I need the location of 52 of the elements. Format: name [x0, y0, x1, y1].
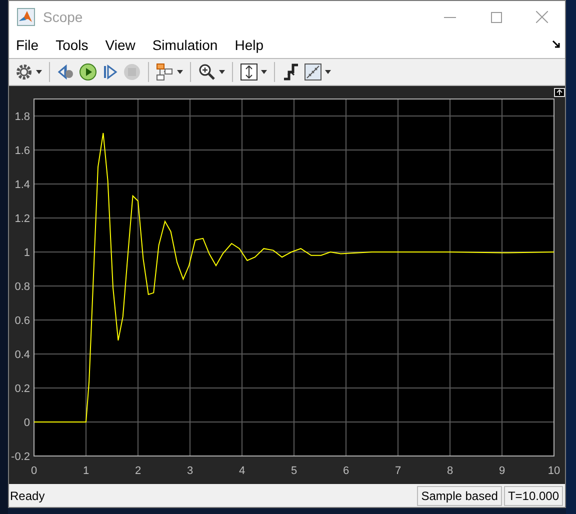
settings-icon [15, 63, 33, 81]
y-tick-label: 1 [24, 247, 30, 259]
block-diagram-icon [156, 63, 174, 81]
x-tick-label: 5 [290, 465, 298, 477]
caret-icon [36, 70, 42, 74]
x-tick-label: 6 [342, 465, 350, 477]
caret-icon [325, 70, 331, 74]
x-tick-label: 1 [82, 465, 90, 477]
y-tick-label: 0.2 [14, 383, 30, 395]
menu-item[interactable]: View [105, 35, 136, 56]
y-tick-label: 1.8 [14, 111, 30, 123]
y-tick-label: 0.4 [14, 349, 30, 361]
step-forward-icon [101, 63, 119, 81]
x-tick-label: 7 [394, 465, 402, 477]
y-tick-label: 1.4 [14, 179, 30, 191]
dock-arrow-icon[interactable] [552, 40, 561, 49]
x-tick-label: 9 [498, 465, 506, 477]
x-tick-label: 4 [238, 465, 246, 477]
undock-icon[interactable] [554, 88, 565, 97]
caret-icon [177, 70, 183, 74]
y-tick-label: 0.8 [14, 281, 30, 293]
y-tick-label: 1.6 [14, 145, 30, 157]
play-icon [79, 63, 97, 81]
x-tick-label: 10 [548, 465, 560, 477]
menu-item[interactable]: File [16, 35, 39, 56]
close-icon [536, 11, 548, 23]
window-title: Scope [43, 8, 83, 27]
x-tick-label: 2 [134, 465, 142, 477]
maximize-icon [490, 12, 502, 22]
stop-icon [123, 63, 141, 81]
y-tick-label: -0.2 [11, 451, 30, 463]
app-logo-icon [17, 8, 35, 26]
autoscale-icon [240, 63, 258, 81]
y-tick-label: 1.2 [14, 213, 30, 225]
sample-mode-indicator: Sample based [417, 486, 502, 506]
menu-item[interactable]: Help [234, 35, 264, 56]
caret-icon [219, 70, 225, 74]
x-tick-label: 3 [186, 465, 194, 477]
x-tick-label: 0 [30, 465, 38, 477]
minimize-icon [444, 16, 456, 18]
menu-item[interactable]: Simulation [152, 35, 218, 56]
menu-item[interactable]: Tools [56, 35, 88, 56]
zoom-in-icon [198, 63, 216, 81]
y-tick-label: 0 [24, 417, 30, 429]
status-message: Ready [10, 488, 45, 504]
caret-icon [261, 70, 267, 74]
ruler-icon [304, 63, 322, 81]
step-back-icon [57, 63, 75, 81]
trigger-icon [282, 63, 300, 81]
time-indicator: T=10.000 [504, 486, 563, 506]
y-tick-label: 0.6 [14, 315, 30, 327]
x-tick-label: 8 [446, 465, 454, 477]
